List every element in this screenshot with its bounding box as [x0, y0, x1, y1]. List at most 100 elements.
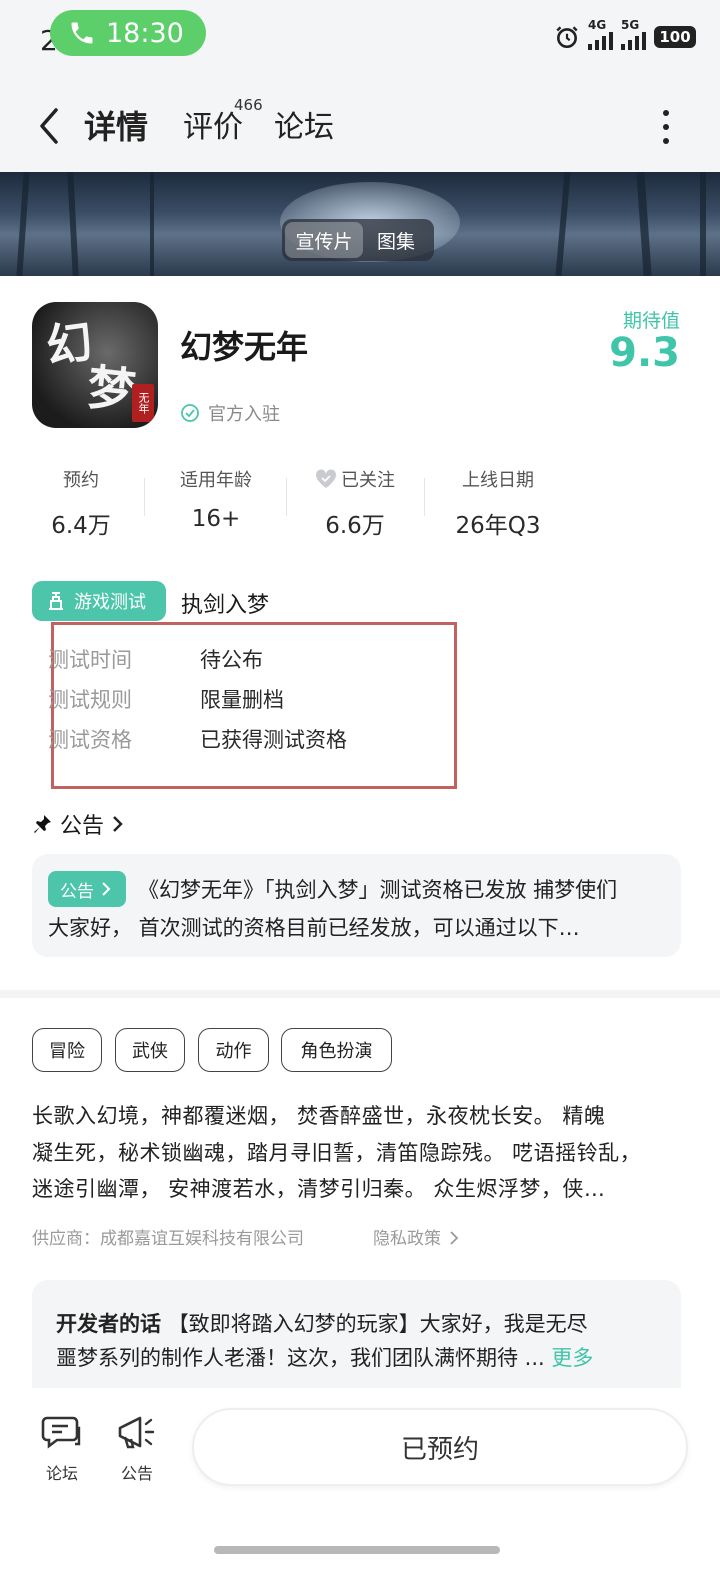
genre-tag[interactable]: 动作	[198, 1028, 269, 1072]
battery-icon: 100	[654, 26, 696, 48]
media-toggle: 宣传片 图集	[282, 219, 434, 261]
banner-bamboo	[636, 172, 652, 276]
genre-tag[interactable]: 武侠	[115, 1028, 185, 1072]
supplier-info: 供应商：成都嘉谊互娱科技有限公司	[32, 1229, 304, 1249]
notice-shortcut[interactable]: 公告	[107, 1414, 167, 1484]
test-row-value: 限量删档	[200, 688, 284, 712]
announcement-text-line2: 大家好， 首次测试的资格目前已经发放，可以通过以下…	[48, 916, 580, 940]
stat-release-date: 上线日期 26年Q3	[446, 466, 550, 540]
description-line: 凝生死，秘术锁幽魂，踏月寻旧誓，清笛隐踪残。 呓语摇铃乱，	[32, 1141, 642, 1165]
alarm-icon	[556, 26, 578, 49]
stat-label-text: 已关注	[341, 470, 395, 491]
banner-bamboo	[16, 172, 30, 276]
verified-check-icon	[181, 404, 199, 422]
tab-forum[interactable]: 论坛	[274, 102, 334, 146]
developer-note-title: 开发者的话	[56, 1312, 161, 1336]
more-options-icon[interactable]	[660, 110, 672, 144]
stat-value: 16+	[191, 506, 241, 532]
call-duration: 18:30	[106, 17, 184, 49]
announcement-tag-label: 公告	[60, 881, 94, 902]
heart-check-icon	[315, 469, 337, 488]
signal-4g-icon: 4G	[588, 18, 613, 50]
game-title: 幻梦无年	[180, 328, 309, 366]
stat-reservations: 预约 6.4万	[44, 466, 118, 540]
media-banner[interactable]: 宣传片 图集	[0, 172, 720, 276]
signal-5g-icon: 5G	[621, 18, 646, 50]
forum-shortcut-label: 论坛	[45, 1464, 78, 1483]
reserved-button[interactable]: 已预约	[192, 1408, 688, 1486]
test-row-key: 测试规则	[48, 688, 132, 712]
test-flask-icon	[49, 592, 63, 610]
stat-label: 预约	[63, 470, 99, 491]
game-test-badge[interactable]: 游戏测试	[32, 581, 166, 621]
pin-icon	[34, 815, 51, 833]
test-row-time: 测试时间 待公布	[48, 644, 263, 674]
stat-follow[interactable]: 已关注 6.6万	[304, 466, 406, 540]
bottom-action-bar: 论坛 公告 已预约	[0, 1388, 720, 1584]
gallery-tab[interactable]: 图集	[363, 222, 429, 258]
test-name: 执剑入梦	[181, 593, 270, 618]
banner-bamboo	[150, 172, 154, 276]
status-bar: 2 18:30 4G 5G 100	[0, 0, 720, 80]
more-link[interactable]: 更多	[551, 1346, 593, 1370]
developer-note-text: 【致即将踏入幻梦的玩家】大家好，我是无尽	[167, 1312, 588, 1336]
announcement-header[interactable]: 公告	[32, 808, 134, 840]
official-badge: 官方入驻	[180, 400, 280, 426]
network-4g-label: 4G	[588, 18, 607, 32]
banner-bamboo	[700, 172, 706, 276]
test-row-value: 待公布	[200, 648, 263, 672]
stat-label: 上线日期	[462, 470, 534, 491]
back-arrow-icon[interactable]	[34, 106, 64, 146]
test-row-value: 已获得测试资格	[200, 728, 347, 752]
stat-value: 6.4万	[51, 513, 111, 539]
test-row-eligibility: 测试资格 已获得测试资格	[48, 724, 347, 754]
home-indicator[interactable]	[214, 1546, 500, 1554]
stat-divider	[286, 478, 287, 516]
expectation-label: 期待值	[622, 310, 680, 332]
notice-shortcut-label: 公告	[120, 1464, 153, 1483]
phone-icon	[71, 22, 93, 44]
ongoing-call-pill[interactable]: 18:30	[50, 10, 206, 56]
forum-chat-icon	[41, 1416, 81, 1449]
description-line: 长歌入幻境，神都覆迷烟， 焚香醉盛世，永夜枕长安。 精魄	[32, 1104, 606, 1128]
banner-bamboo	[67, 172, 79, 276]
chevron-right-icon	[113, 816, 123, 832]
description-line[interactable]: 迷途引幽潭， 安神渡若水，清梦引归秦。 众生烬浮梦，侠…	[32, 1173, 605, 1203]
tab-details[interactable]: 详情	[84, 102, 148, 148]
network-5g-label: 5G	[621, 18, 640, 32]
announcement-heading: 公告	[60, 814, 105, 839]
privacy-policy-label: 隐私政策	[373, 1229, 441, 1249]
megaphone-icon	[118, 1416, 155, 1449]
developer-note-text: 噩梦系列的制作人老潘！这次，我们团队满怀期待 ...	[56, 1346, 545, 1370]
test-row-key: 测试资格	[48, 728, 132, 752]
developer-note-line1: 开发者的话 【致即将踏入幻梦的玩家】大家好，我是无尽	[56, 1308, 588, 1338]
forum-shortcut[interactable]: 论坛	[32, 1414, 92, 1484]
test-row-key: 测试时间	[48, 648, 132, 672]
stat-value: 26年Q3	[455, 513, 541, 539]
chevron-right-icon	[450, 1231, 459, 1245]
genre-tag[interactable]: 角色扮演	[281, 1028, 392, 1072]
status-icons: 4G 5G 100	[554, 18, 696, 50]
game-app-icon: 幻 梦 无年	[32, 302, 158, 428]
game-test-badge-label: 游戏测试	[74, 592, 146, 613]
announcement-tag: 公告	[48, 871, 126, 907]
section-divider	[0, 990, 720, 998]
genre-tag[interactable]: 冒险	[32, 1028, 102, 1072]
icon-calligraphy-char: 幻	[42, 314, 96, 374]
official-badge-label: 官方入驻	[208, 404, 280, 425]
stat-label: 适用年龄	[180, 470, 252, 491]
icon-seal: 无年	[132, 384, 154, 422]
reviews-count-badge: 466	[234, 96, 263, 114]
stat-divider	[144, 478, 145, 516]
stat-label: 已关注	[304, 466, 406, 492]
privacy-policy-link[interactable]: 隐私政策	[373, 1224, 460, 1249]
trailer-tab[interactable]: 宣传片	[285, 222, 363, 258]
expectation-score: 9.3	[609, 330, 680, 376]
announcement-card[interactable]: 公告 《幻梦无年》「执剑入梦」测试资格已发放 捕梦使们 大家好， 首次测试的资格…	[32, 854, 681, 957]
top-nav: 详情 评价 466 论坛	[0, 80, 720, 172]
stat-value: 6.6万	[325, 513, 385, 539]
chevron-right-icon	[102, 882, 111, 896]
test-row-rules: 测试规则 限量删档	[48, 684, 284, 714]
developer-note-line2: 噩梦系列的制作人老潘！这次，我们团队满怀期待 ... 更多	[56, 1342, 593, 1372]
stat-age-rating: 适用年龄 16+	[164, 466, 268, 532]
